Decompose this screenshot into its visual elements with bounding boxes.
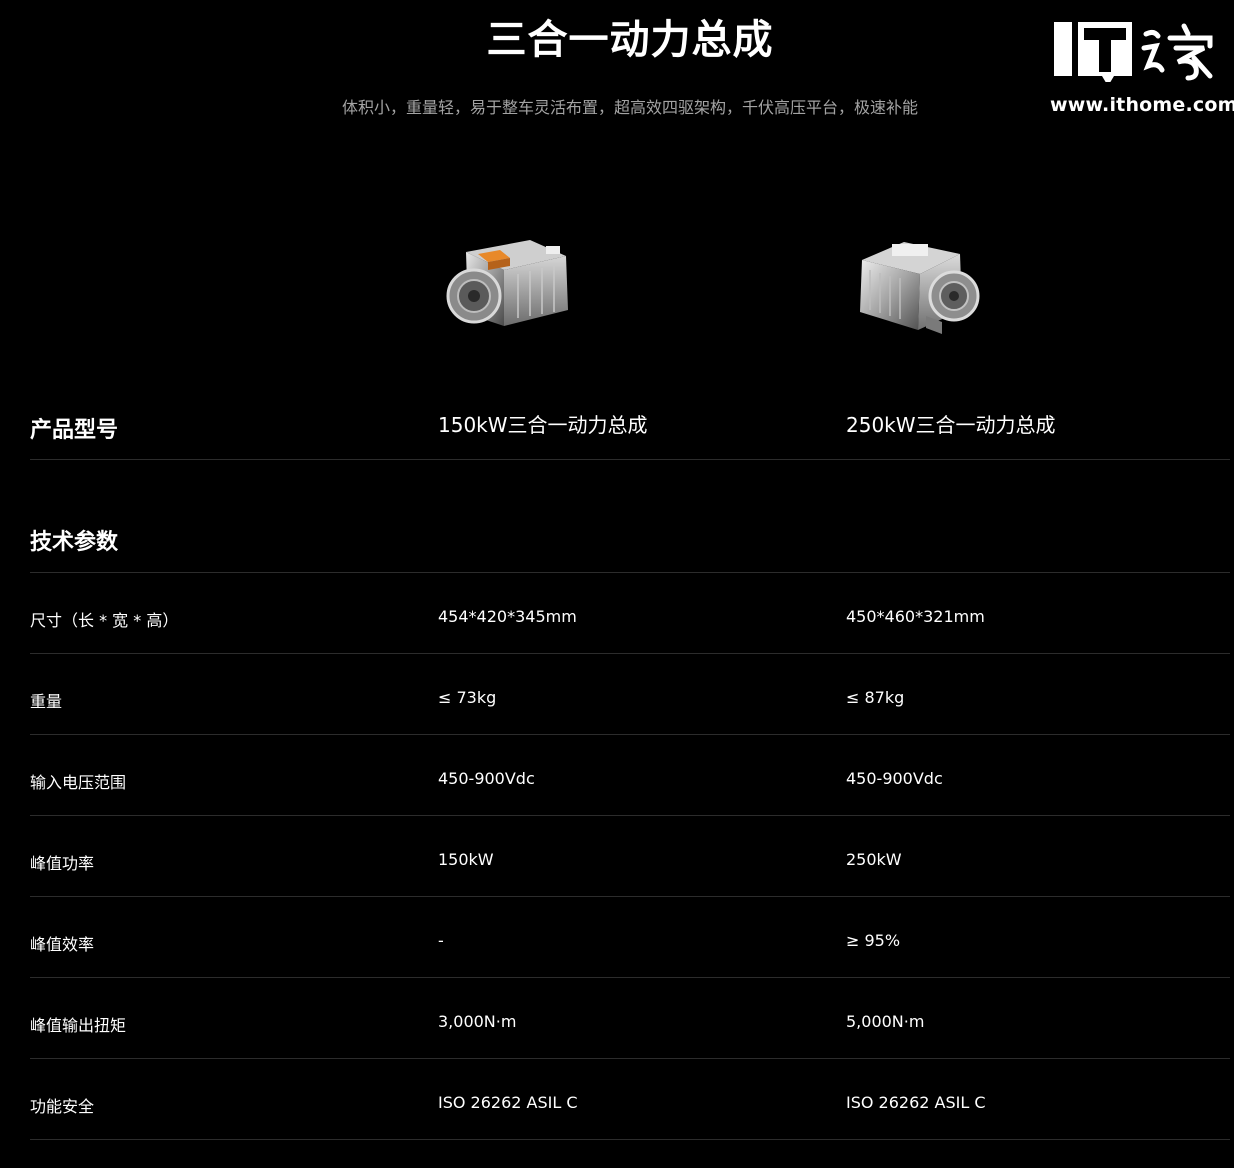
spec-value-250kw: ISO 26262 ASIL C xyxy=(846,1093,986,1112)
spec-value-250kw: 450*460*321mm xyxy=(846,607,985,626)
spec-row-peak-efficiency: 峰值效率 - ≥ 95% xyxy=(30,897,1230,978)
spec-value-250kw: 450-900Vdc xyxy=(846,769,943,788)
spec-row-functional-safety: 功能安全 ISO 26262 ASIL C ISO 26262 ASIL C xyxy=(30,1059,1230,1140)
spec-value-250kw: 5,000N·m xyxy=(846,1012,925,1031)
page-title: 三合一动力总成 xyxy=(486,17,774,63)
spec-section-row: 技术参数 xyxy=(30,510,1230,573)
spec-label: 峰值功率 xyxy=(30,854,95,873)
ithome-url: www.ithome.com xyxy=(1050,94,1234,116)
product-model-150kw: 150kW三合一动力总成 xyxy=(438,413,648,437)
spec-label: 峰值输出扭矩 xyxy=(30,1016,127,1035)
spec-label: 功能安全 xyxy=(30,1097,95,1116)
ithome-logo-icon xyxy=(1054,22,1132,82)
spec-label: 峰值效率 xyxy=(30,935,95,954)
spec-value-150kw: ISO 26262 ASIL C xyxy=(438,1093,578,1112)
spec-row-input-voltage: 输入电压范围 450-900Vdc 450-900Vdc xyxy=(30,735,1230,816)
spec-value-150kw: 150kW xyxy=(438,850,494,869)
ithome-watermark: www.ithome.com xyxy=(1050,20,1234,120)
spec-row-weight: 重量 ≤ 73kg ≤ 87kg xyxy=(30,654,1230,735)
page-subtitle: 体积小，重量轻，易于整车灵活布置，超高效四驱架构，千伏高压平台，极速补能 xyxy=(341,98,918,117)
spec-value-150kw: 450-900Vdc xyxy=(438,769,535,788)
spec-row-dimensions: 尺寸（长 * 宽 * 高） 454*420*345mm 450*460*321m… xyxy=(30,573,1230,654)
spec-label: 输入电压范围 xyxy=(30,773,127,792)
product-model-label: 产品型号 xyxy=(30,418,119,443)
spec-label: 尺寸（长 * 宽 * 高） xyxy=(30,611,179,630)
spec-label: 重量 xyxy=(30,692,63,711)
spec-row-peak-power: 峰值功率 150kW 250kW xyxy=(30,816,1230,897)
spec-value-250kw: ≤ 87kg xyxy=(846,688,905,707)
spec-value-150kw: - xyxy=(438,931,444,950)
spec-row-peak-torque: 峰值输出扭矩 3,000N·m 5,000N·m xyxy=(30,978,1230,1059)
spec-value-150kw: 454*420*345mm xyxy=(438,607,577,626)
powertrain-150kw-image xyxy=(446,240,568,326)
spec-value-250kw: 250kW xyxy=(846,850,902,869)
spec-value-250kw: ≥ 95% xyxy=(846,931,901,950)
product-model-250kw: 250kW三合一动力总成 xyxy=(846,413,1056,437)
spec-section-title: 技术参数 xyxy=(30,530,119,555)
ithome-han-logo-icon xyxy=(1141,23,1213,81)
spec-value-150kw: 3,000N·m xyxy=(438,1012,517,1031)
product-model-row: 产品型号 150kW三合一动力总成 250kW三合一动力总成 xyxy=(30,395,1230,460)
spec-value-150kw: ≤ 73kg xyxy=(438,688,497,707)
powertrain-250kw-image xyxy=(860,242,980,334)
